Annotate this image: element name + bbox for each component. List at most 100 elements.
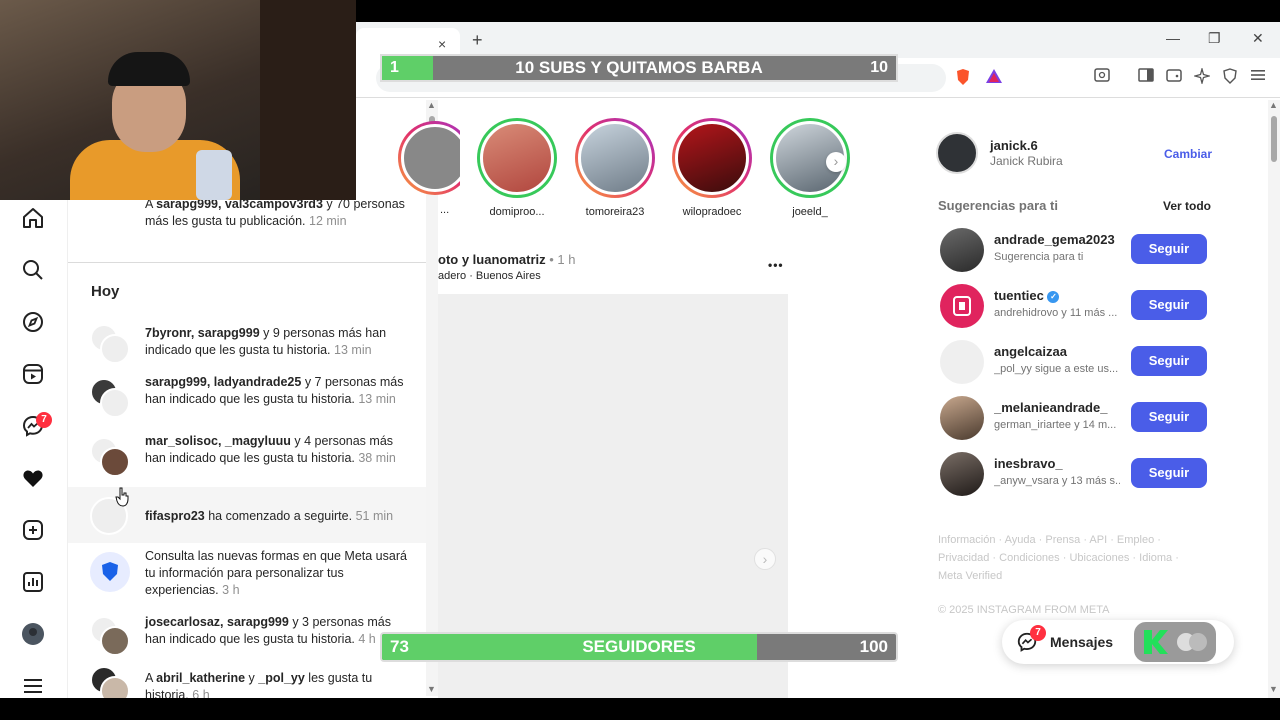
notification-users[interactable]: 7byronr, sarapg999	[145, 326, 260, 340]
dashboard-icon[interactable]	[20, 570, 46, 596]
notification-text: A sarapg999, val3campov3rd3 y 70 persona…	[145, 200, 407, 230]
notification-item[interactable]: 7byronr, sarapg999 y 9 personas más han …	[68, 324, 426, 364]
suggestion-avatar[interactable]	[940, 228, 984, 272]
suggestion-reason: _anyw_vsara y 13 más s...	[994, 475, 1120, 487]
story-username: joeeld_	[792, 206, 828, 218]
menu-icon[interactable]	[1248, 68, 1268, 88]
notification-item[interactable]: mar_solisoc, _magyluuu y 4 personas más …	[68, 433, 426, 477]
suggestion-username[interactable]: tuentiec ✓	[994, 288, 1124, 303]
notification-users[interactable]: sarapg999, val3campov3rd3	[156, 200, 323, 211]
wallet-icon[interactable]	[1164, 68, 1184, 88]
post-more-icon[interactable]: •••	[768, 258, 784, 272]
media-next-icon[interactable]: ›	[754, 548, 776, 570]
followers-goal-overlay: 73 SEGUIDORES 100	[380, 632, 898, 662]
notification-users[interactable]: _pol_yy	[258, 671, 305, 685]
follow-button[interactable]: Seguir	[1131, 234, 1207, 264]
story-item[interactable]: wilopradoec	[670, 118, 754, 218]
suggestion-avatar[interactable]	[940, 340, 984, 384]
section-divider	[68, 262, 426, 263]
reels-icon[interactable]	[20, 362, 46, 388]
notification-item[interactable]: Consulta las nuevas formas en que Meta u…	[68, 549, 426, 600]
home-icon[interactable]	[20, 206, 46, 232]
suggestion-username[interactable]: andrade_gema2023	[994, 232, 1124, 247]
follow-button[interactable]: Seguir	[1131, 458, 1207, 488]
stacked-avatar	[90, 324, 130, 364]
notification-item[interactable]: josecarlosaz, sarapg999 y 3 personas más…	[68, 615, 426, 656]
suggestion-reason: Sugerencia para ti	[994, 251, 1084, 263]
suggestions-title: Sugerencias para ti	[938, 198, 1058, 213]
notification-time: 12 min	[309, 214, 347, 228]
suggestion-reason: _pol_yy sigue a este us...	[994, 363, 1119, 375]
profile-username[interactable]: janick.6	[990, 138, 1038, 153]
story-item[interactable]: domiproo...	[475, 118, 559, 218]
page-scroll-down-icon[interactable]: ▼	[1269, 684, 1278, 694]
footer-links[interactable]: Privacidad · Condiciones · Ubicaciones ·…	[938, 552, 1179, 564]
page-scroll-up-icon[interactable]: ▲	[1269, 100, 1278, 110]
messages-button[interactable]: 7 Mensajes	[1002, 620, 1234, 664]
suggestion-item: angelcaizaa _pol_yy sigue a este us... S…	[940, 340, 1210, 384]
stories-next-icon[interactable]: ›	[826, 152, 846, 172]
follow-button[interactable]: Seguir	[1131, 402, 1207, 432]
restore-icon[interactable]: ❐	[1208, 30, 1221, 47]
story-ring	[575, 118, 655, 198]
sidebar-icon[interactable]	[1136, 68, 1156, 88]
suggestion-item: tuentiec ✓ andrehidrovo y 11 más ... Seg…	[940, 284, 1210, 328]
follow-button[interactable]: Seguir	[1131, 346, 1207, 376]
footer-links[interactable]: Meta Verified	[938, 570, 1002, 582]
scroll-down-arrow-icon[interactable]: ▼	[427, 684, 436, 694]
minimize-icon[interactable]: —	[1166, 30, 1180, 46]
profile-avatar[interactable]	[936, 132, 978, 174]
story-partial[interactable]	[398, 121, 460, 195]
vpn-shield-icon[interactable]	[1220, 68, 1240, 88]
notification-users[interactable]: josecarlosaz, sarapg999	[145, 615, 289, 629]
close-window-icon[interactable]: ✕	[1252, 30, 1264, 47]
suggestion-username[interactable]: inesbravo_	[994, 456, 1124, 471]
story-avatar	[675, 121, 749, 195]
scroll-up-arrow-icon[interactable]: ▲	[427, 100, 436, 110]
subs-goal-title: 10 SUBS Y QUITAMOS BARBA	[515, 58, 763, 77]
suggestion-avatar[interactable]	[940, 396, 984, 440]
notification-users[interactable]: mar_solisoc, _magyluuu	[145, 434, 291, 448]
suggestion-avatar[interactable]	[940, 284, 984, 328]
post-location[interactable]: adero · Buenos Aires	[438, 270, 541, 282]
post-authors[interactable]: oto y luanomatriz	[438, 252, 546, 267]
footer-links[interactable]: Información · Ayuda · Prensa · API · Emp…	[938, 534, 1161, 546]
see-all-link[interactable]: Ver todo	[1163, 199, 1211, 213]
suggestion-username[interactable]: angelcaizaa	[994, 344, 1124, 359]
more-menu-icon[interactable]	[20, 674, 46, 700]
notification-users[interactable]: sarapg999, ladyandrade25	[145, 375, 301, 389]
tab-close-icon[interactable]: ×	[438, 36, 446, 52]
brave-rewards-icon[interactable]	[984, 68, 1004, 88]
page-scrollbar[interactable]	[1268, 100, 1280, 698]
notification-item[interactable]: A abril_katherine y _pol_yy les gusta tu…	[68, 666, 426, 698]
meta-shield-icon	[90, 552, 130, 592]
follow-button[interactable]: Seguir	[1131, 290, 1207, 320]
webcam-overlay	[0, 0, 356, 200]
create-icon[interactable]	[20, 518, 46, 544]
leo-ai-icon[interactable]	[1192, 66, 1212, 88]
switch-account-link[interactable]: Cambiar	[1164, 147, 1212, 161]
suggestion-username[interactable]: _melanieandrade_	[994, 400, 1124, 415]
notifications-heart-icon[interactable]	[20, 466, 46, 492]
notification-text: A abril_katherine y _pol_yy les gusta tu…	[145, 671, 373, 698]
search-icon[interactable]	[20, 258, 46, 284]
suggestion-item: andrade_gema2023 Sugerencia para ti Segu…	[940, 228, 1210, 272]
webcam-background-door	[260, 0, 356, 200]
post-header: oto y luanomatriz • 1 h	[438, 252, 576, 267]
story-item[interactable]: tomoreira23	[573, 118, 657, 218]
notification-users[interactable]: fifaspro23	[145, 509, 205, 523]
suggestion-avatar[interactable]	[940, 452, 984, 496]
page-scroll-thumb[interactable]	[1271, 116, 1277, 162]
brave-shield-icon[interactable]	[953, 68, 973, 88]
explore-icon[interactable]	[20, 310, 46, 336]
story-username: tomoreira23	[585, 206, 645, 218]
search-page-icon[interactable]	[1092, 68, 1112, 88]
stacked-avatar	[90, 437, 130, 477]
footer-copyright: © 2025 INSTAGRAM FROM META	[938, 604, 1110, 616]
profile-avatar-icon[interactable]	[20, 622, 46, 648]
notification-users[interactable]: abril_katherine	[156, 671, 245, 685]
subs-goal-overlay: 1 10 SUBS Y QUITAMOS BARBA 10	[380, 54, 898, 82]
new-tab-icon[interactable]: +	[472, 30, 483, 51]
notification-item[interactable]: sarapg999, ladyandrade25 y 7 personas má…	[68, 374, 426, 418]
feed-area: ... domiproo... tomoreira23 wilopradoec …	[398, 100, 928, 698]
